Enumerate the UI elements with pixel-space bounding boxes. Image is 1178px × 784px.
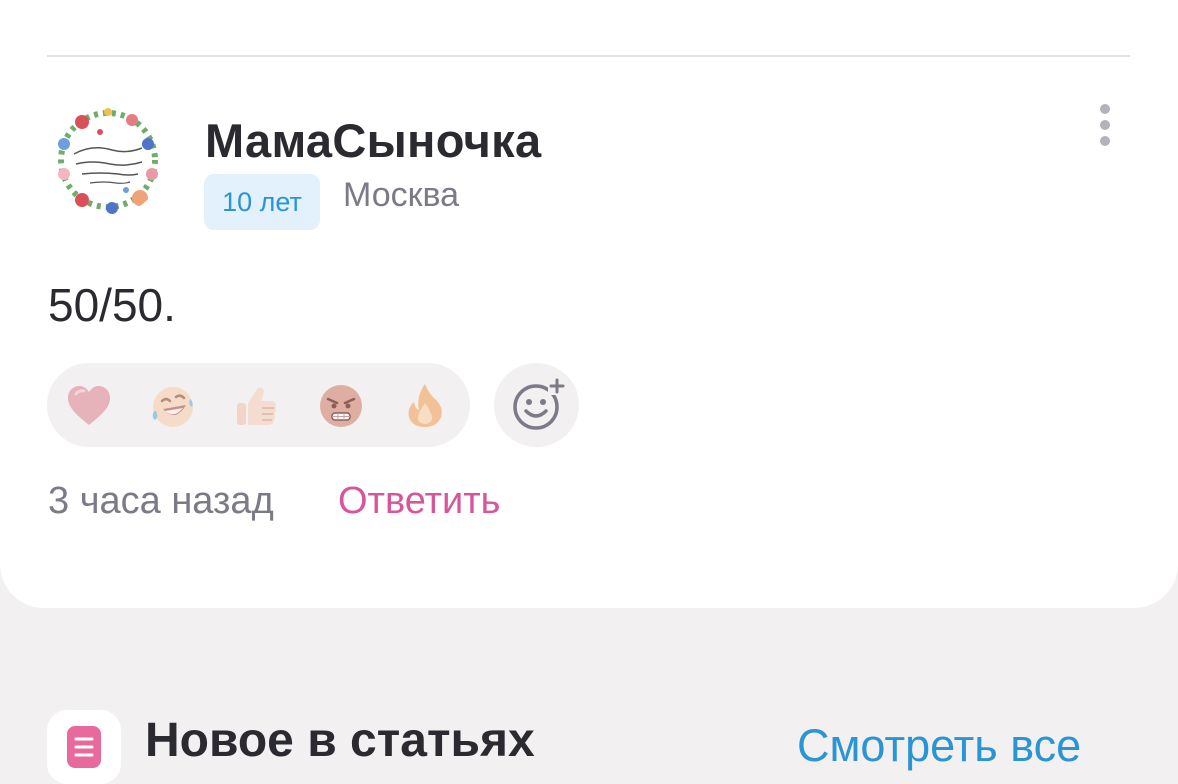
reaction-bar <box>47 363 470 447</box>
laughing-tears-icon[interactable] <box>148 381 198 431</box>
document-icon <box>67 726 101 768</box>
section-icon-container <box>47 710 121 784</box>
thumbs-up-icon[interactable] <box>232 381 282 431</box>
see-all-link[interactable]: Смотреть все <box>797 720 1081 772</box>
divider <box>47 55 1130 57</box>
author-avatar[interactable] <box>52 104 164 216</box>
top-bar <box>0 0 1178 28</box>
add-reaction-button[interactable] <box>494 363 579 447</box>
section-title: Новое в статьях <box>145 714 535 767</box>
author-city: Москва <box>343 176 460 214</box>
comment-timestamp: 3 часа назад <box>48 480 274 522</box>
age-badge: 10 лет <box>204 174 320 230</box>
more-vertical-icon[interactable] <box>1090 100 1120 150</box>
heart-icon[interactable] <box>64 381 114 431</box>
angry-face-icon[interactable] <box>316 381 366 431</box>
add-reaction-icon <box>513 377 566 430</box>
floral-wreath-icon <box>52 104 164 216</box>
comment-text: 50/50. <box>48 279 176 331</box>
fire-icon[interactable] <box>400 381 450 431</box>
reply-button[interactable]: Ответить <box>338 480 500 523</box>
author-name[interactable]: МамаСыночка <box>205 113 541 168</box>
